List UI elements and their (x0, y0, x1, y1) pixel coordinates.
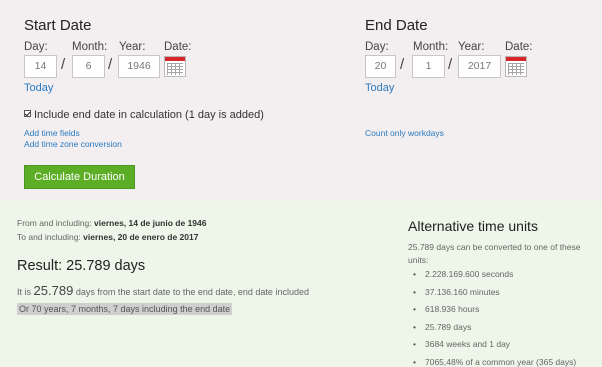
result-description: It is 25.789 days from the start date to… (17, 283, 309, 298)
include-end-date-label: Include end date in calculation (1 day i… (34, 109, 264, 121)
add-time-zone-link[interactable]: Add time zone conversion (24, 139, 122, 149)
start-year-input[interactable]: 1946 (118, 55, 160, 78)
end-year-label: Year: (458, 41, 485, 53)
calculate-duration-button[interactable]: Calculate Duration (24, 165, 135, 189)
start-year-label: Year: (119, 41, 146, 53)
desc-suffix: days from the start date to the end date… (75, 287, 309, 297)
alternative-units-title: Alternative time units (408, 218, 538, 234)
list-item: 37.136.160 minutes (408, 287, 576, 305)
from-line: From and including: viernes, 14 de junio… (17, 218, 206, 228)
end-day-label: Day: (365, 41, 389, 53)
end-today-link[interactable]: Today (365, 82, 394, 94)
to-prefix: To and including: (17, 232, 81, 242)
end-slash-1: / (400, 56, 405, 73)
start-slash-2: / (108, 56, 113, 73)
desc-prefix: It is (17, 287, 32, 297)
list-item: 25.789 days (408, 322, 576, 340)
start-month-label: Month: (72, 41, 108, 53)
end-day-input[interactable]: 20 (365, 55, 396, 78)
start-date-label: Date: (164, 41, 192, 53)
list-item: 7065,48% of a common year (365 days) (408, 357, 576, 367)
add-time-fields-link[interactable]: Add time fields (24, 128, 80, 138)
end-year-input[interactable]: 2017 (458, 55, 501, 78)
start-day-label: Day: (24, 41, 48, 53)
desc-value: 25.789 (33, 283, 74, 298)
end-month-label: Month: (413, 41, 449, 53)
to-date: viernes, 20 de enero de 2017 (83, 232, 199, 242)
result-highlight: Or 70 years, 7 months, 7 days including … (17, 303, 233, 315)
alternative-units-list: 2.228.169.600 seconds 37.136.160 minutes… (408, 269, 576, 367)
from-date: viernes, 14 de junio de 1946 (94, 218, 207, 228)
start-date-title: Start Date (24, 17, 92, 34)
start-today-link[interactable]: Today (24, 82, 53, 94)
include-end-date-checkbox[interactable] (24, 110, 31, 117)
list-item: 3684 weeks and 1 day (408, 339, 576, 357)
list-item: 2.228.169.600 seconds (408, 269, 576, 287)
end-date-title: End Date (365, 17, 428, 34)
end-month-input[interactable]: 1 (412, 55, 445, 78)
start-month-input[interactable]: 6 (72, 55, 105, 78)
alternative-units-intro: 25.789 days can be converted to one of t… (408, 242, 581, 265)
list-item: 618.936 hours (408, 304, 576, 322)
from-prefix: From and including: (17, 218, 92, 228)
calendar-icon[interactable] (164, 56, 186, 77)
end-slash-2: / (448, 56, 453, 73)
result-title: Result: 25.789 days (17, 258, 146, 274)
include-end-date-option[interactable]: Include end date in calculation (1 day i… (24, 109, 264, 121)
end-date-label: Date: (505, 41, 533, 53)
start-slash-1: / (61, 56, 66, 73)
calendar-icon[interactable] (505, 56, 527, 77)
date-form-panel: Start Date Day: Month: Year: Date: 14 / … (0, 0, 602, 201)
count-workdays-link[interactable]: Count only workdays (365, 128, 444, 138)
to-line: To and including: viernes, 20 de enero d… (17, 232, 198, 242)
start-day-input[interactable]: 14 (24, 55, 57, 78)
